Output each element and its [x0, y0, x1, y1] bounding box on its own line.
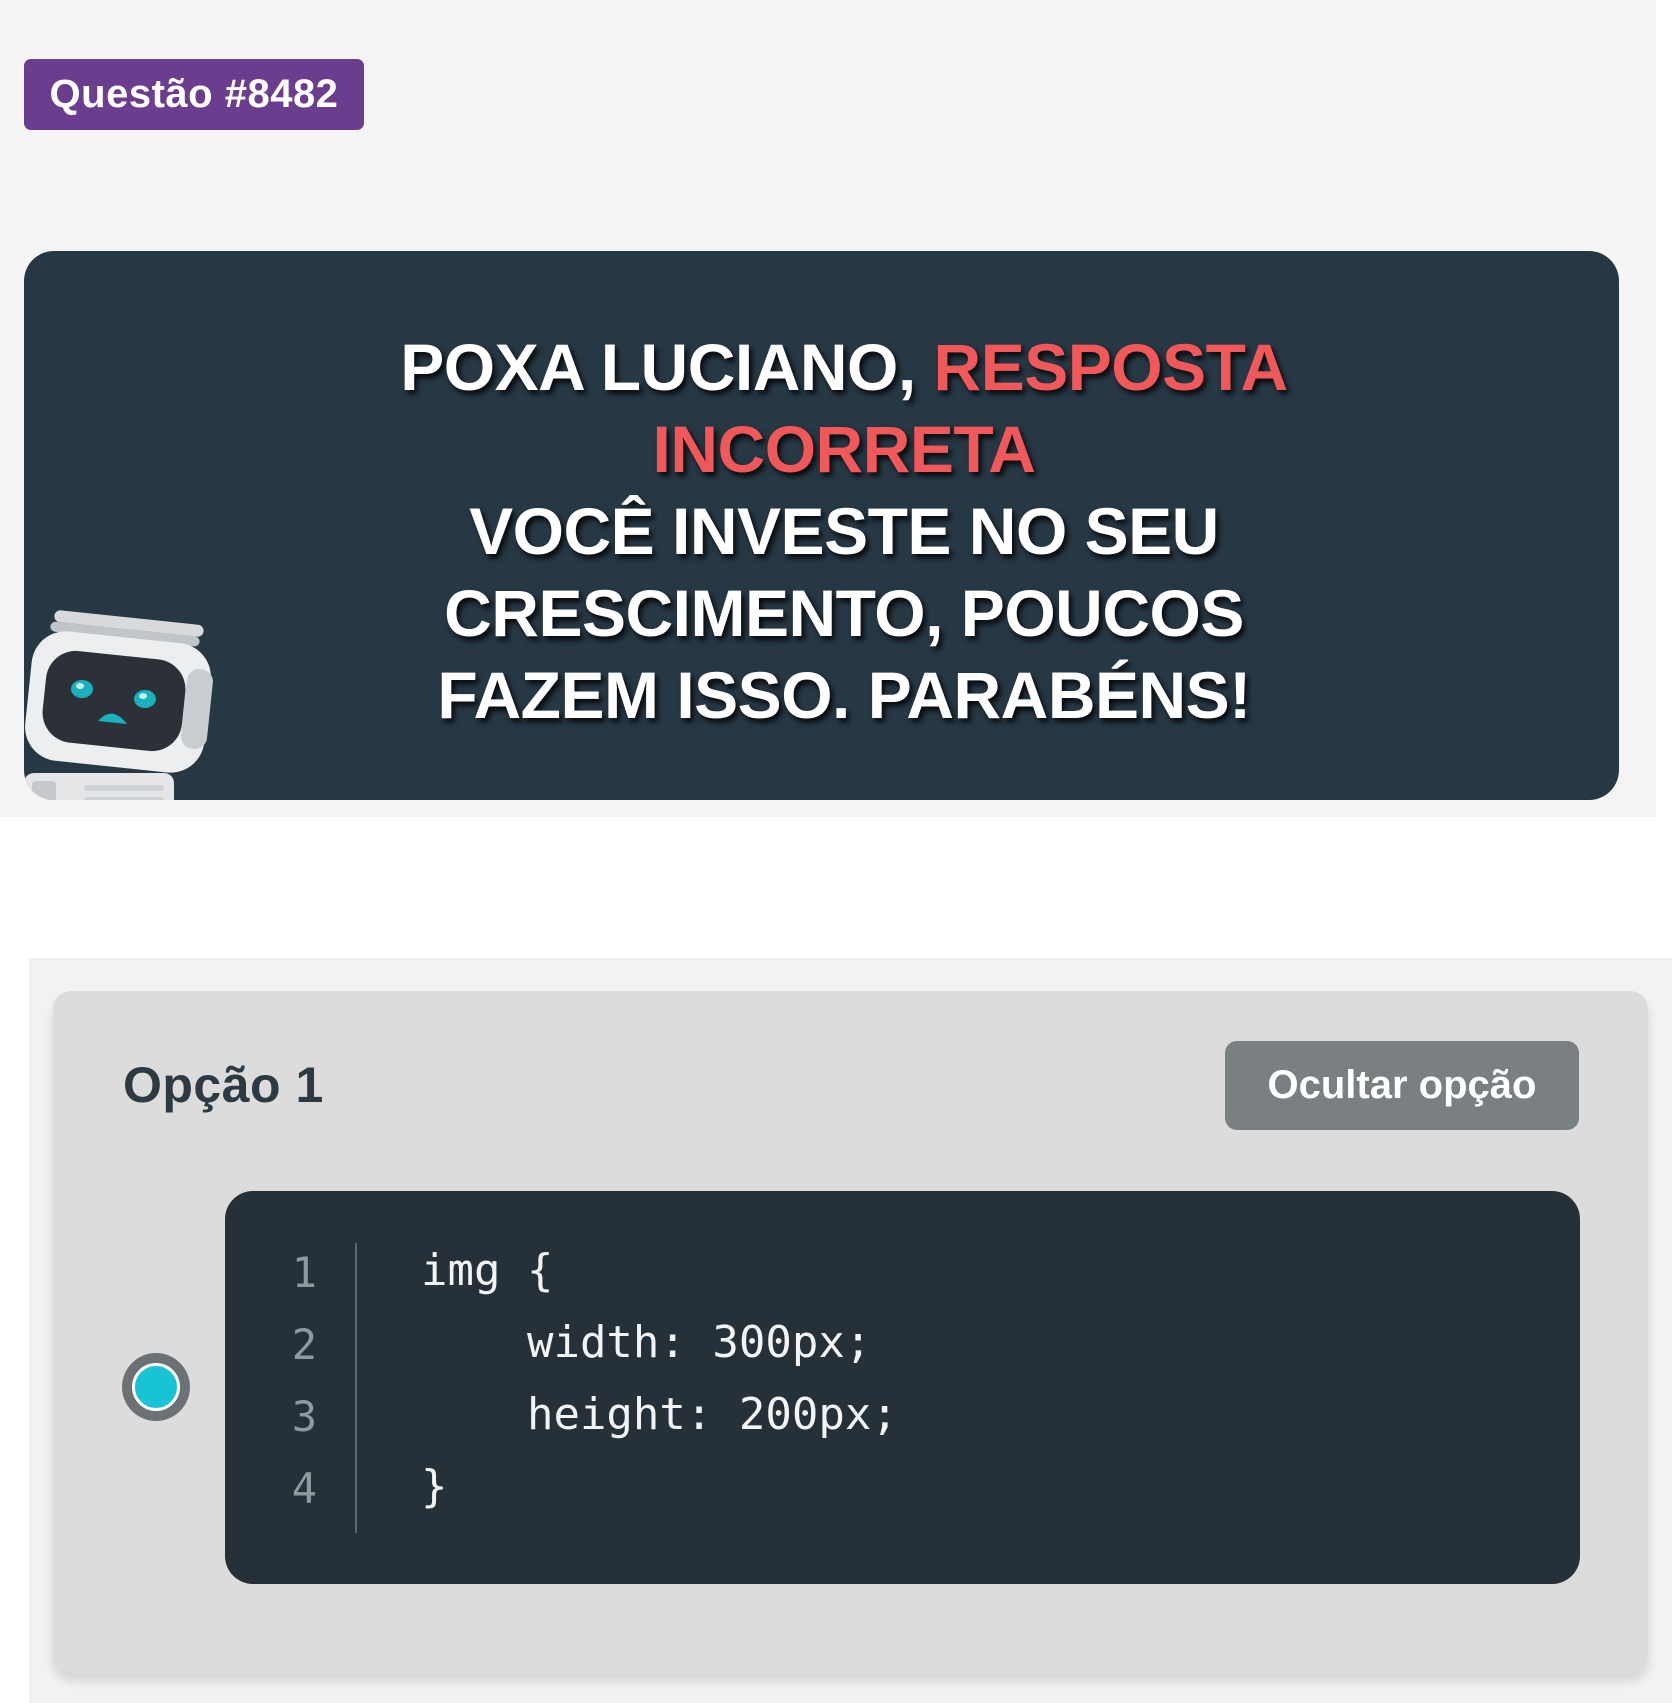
- code-line: width: 300px;: [421, 1317, 872, 1368]
- code-snippet: 1 2 3 4 img { width: 300px; height: 200p…: [225, 1191, 1580, 1584]
- radio-selected-dot: [132, 1363, 180, 1411]
- line-number: 1: [291, 1248, 317, 1297]
- feedback-line4: CRESCIMENTO, POUCOS: [444, 576, 1244, 650]
- feedback-line1-highlight: RESPOSTA: [933, 330, 1289, 404]
- feedback-line3: VOCÊ INVESTE NO SEU: [469, 494, 1219, 568]
- feedback-line2-highlight: INCORRETA: [652, 412, 1036, 486]
- code-line-gutter: 1 2 3 4: [275, 1243, 357, 1533]
- question-number-badge: Questão #8482: [24, 59, 364, 130]
- code-line: img {: [421, 1245, 554, 1296]
- feedback-message: POXA LUCIANO, RESPOSTA INCORRETA VOCÊ IN…: [324, 326, 1364, 736]
- hide-option-button[interactable]: Ocultar opção: [1225, 1041, 1579, 1130]
- feedback-line1-prefix: POXA LUCIANO,: [400, 330, 934, 404]
- question-header-section: Questão #8482 POXA LUCIANO, RESPOSTA INC…: [0, 0, 1656, 817]
- line-number: 3: [291, 1392, 317, 1441]
- feedback-banner: POXA LUCIANO, RESPOSTA INCORRETA VOCÊ IN…: [24, 251, 1619, 800]
- line-number: 4: [291, 1464, 317, 1513]
- code-line: }: [421, 1461, 448, 1512]
- option-card[interactable]: Opção 1 Ocultar opção 1 2 3 4 img { widt…: [53, 991, 1648, 1673]
- robot-icon: [24, 610, 213, 800]
- options-section: Opção 1 Ocultar opção 1 2 3 4 img { widt…: [29, 958, 1672, 1703]
- option-title: Opção 1: [123, 1057, 324, 1113]
- code-line: height: 200px;: [421, 1389, 898, 1440]
- feedback-line5: FAZEM ISSO. PARABÉNS!: [437, 658, 1251, 732]
- option-radio-button[interactable]: [122, 1353, 190, 1421]
- line-number: 2: [291, 1320, 317, 1369]
